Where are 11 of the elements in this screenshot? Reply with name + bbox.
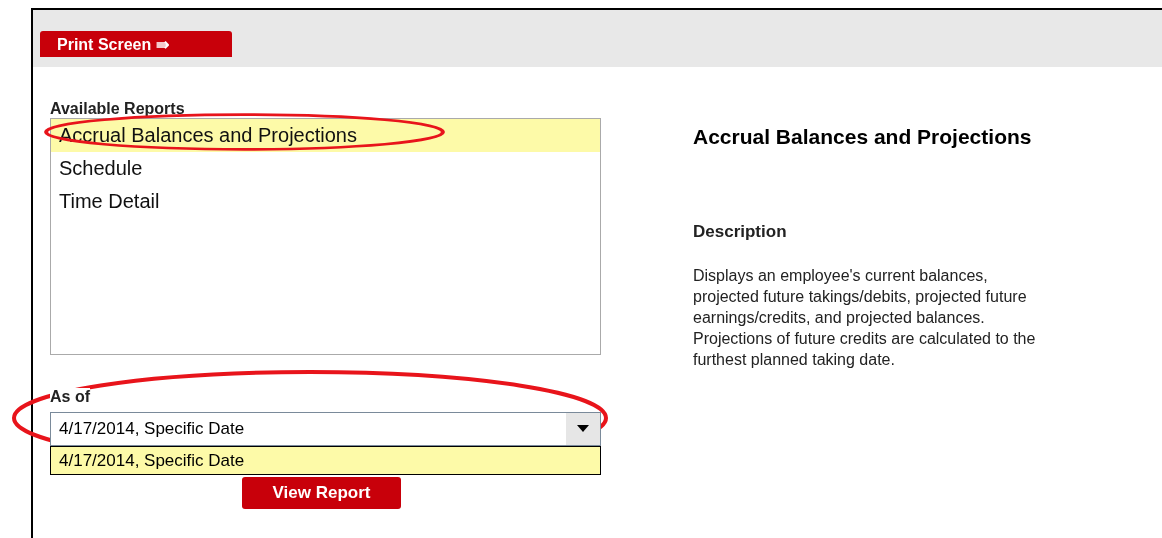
as-of-dropdown[interactable]: 4/17/2014, Specific Date	[50, 412, 601, 446]
available-reports-label: Available Reports	[50, 100, 186, 118]
print-screen-button[interactable]: Print Screen ⇛	[40, 31, 232, 57]
description-text: Displays an employee's current balances, projected future takings/debits, projected future earnings/credits, and projected balances. Projections of future credits are calculated to the furthest planned taking date.	[693, 266, 1037, 370]
view-report-button[interactable]: View Report	[242, 477, 401, 509]
description-heading: Description	[693, 222, 788, 242]
report-title: Accrual Balances and Projections	[693, 125, 1033, 149]
caret-icon	[577, 425, 589, 433]
dropdown-option[interactable]: 4/17/2014, Specific Date	[51, 447, 600, 474]
report-item[interactable]: Schedule	[51, 152, 600, 185]
report-item[interactable]: Time Detail	[51, 185, 600, 218]
